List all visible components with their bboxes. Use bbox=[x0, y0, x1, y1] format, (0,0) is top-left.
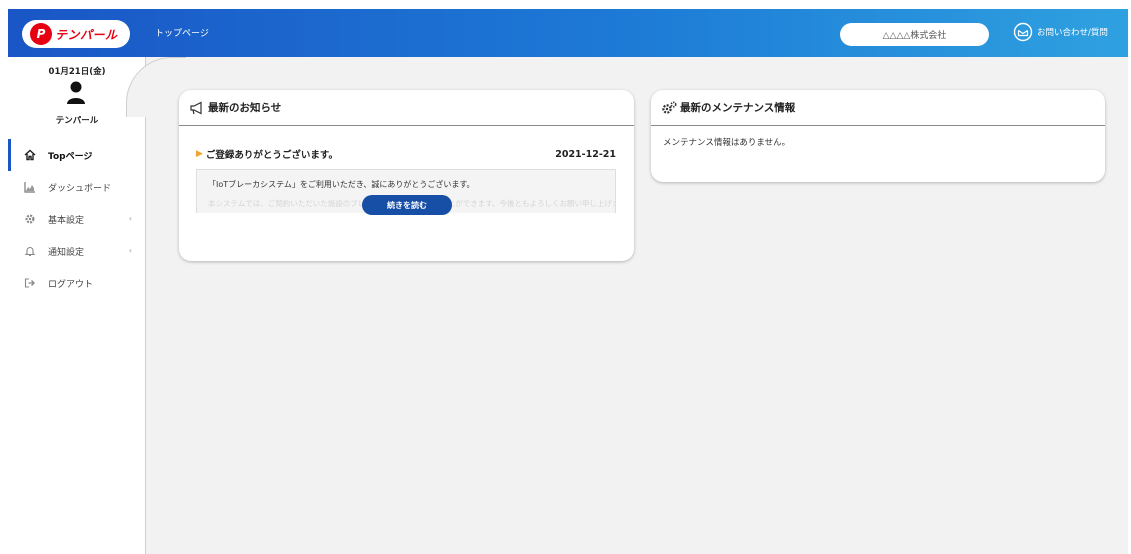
sidebar-item-label: 基本設定 bbox=[48, 215, 85, 226]
read-more-button[interactable]: 続きを読む bbox=[362, 195, 452, 215]
company-button[interactable]: △△△△株式会社 bbox=[840, 23, 989, 46]
maintenance-empty-text: メンテナンス情報はありません。 bbox=[663, 138, 791, 148]
logo-text: テンパール bbox=[55, 27, 118, 42]
sidebar bbox=[8, 57, 146, 554]
gear-icon bbox=[24, 213, 36, 225]
page-title: トップページ bbox=[155, 29, 209, 39]
bell-icon bbox=[24, 245, 36, 257]
logo[interactable]: P テンパール bbox=[22, 20, 130, 48]
sidebar-item-label: ダッシュボード bbox=[48, 183, 112, 194]
contact-link[interactable]: お問い合わせ/質問 bbox=[1013, 22, 1108, 42]
logo-mark: P bbox=[30, 23, 52, 45]
sidebar-item-label: 通知設定 bbox=[48, 247, 85, 258]
chevron-left-icon: ‹ bbox=[128, 214, 132, 223]
chevron-left-icon: ‹ bbox=[128, 246, 132, 255]
gears-icon bbox=[662, 100, 677, 114]
maintenance-card-header: 最新のメンテナンス情報 bbox=[651, 90, 1105, 126]
news-card-title: 最新のお知らせ bbox=[208, 102, 282, 114]
logo-area[interactable]: P テンパール bbox=[8, 9, 148, 57]
area-chart-icon bbox=[24, 181, 36, 193]
user-icon bbox=[67, 81, 85, 104]
sidebar-item-top[interactable]: Topページ bbox=[8, 139, 146, 171]
sidebar-item-dashboard[interactable]: ダッシュボード bbox=[8, 171, 146, 203]
current-date: 01月21日(金) bbox=[48, 67, 106, 77]
news-item-date: 2021-12-21 bbox=[555, 148, 616, 160]
news-card-header: 最新のお知らせ bbox=[179, 90, 634, 126]
sidebar-nav: Topページ ダッシュボード 基本設定 ‹ 通知設定 ‹ ログアウト bbox=[8, 139, 146, 299]
sidebar-item-notification-settings[interactable]: 通知設定 ‹ bbox=[8, 235, 146, 267]
logout-icon bbox=[24, 277, 36, 289]
mail-icon bbox=[1013, 22, 1033, 42]
maintenance-card: 最新のメンテナンス情報 メンテナンス情報はありません。 bbox=[651, 90, 1105, 182]
news-item-title-text: ご登録ありがとうございます。 bbox=[205, 150, 338, 161]
sidebar-item-basic-settings[interactable]: 基本設定 ‹ bbox=[8, 203, 146, 235]
news-item-body-text: 「IoTブレーカシステム」をご利用いただき、誠にありがとうございます。 bbox=[208, 180, 475, 189]
home-icon bbox=[24, 149, 36, 161]
news-item-title[interactable]: ▶ ご登録ありがとうございます。 bbox=[196, 147, 338, 161]
app-frame: P テンパール トップページ △△△△株式会社 お問い合わせ/質問 01月21日… bbox=[8, 9, 1128, 554]
sidebar-item-label: Topページ bbox=[48, 151, 93, 162]
maintenance-card-title: 最新のメンテナンス情報 bbox=[680, 102, 796, 114]
sidebar-item-logout[interactable]: ログアウト bbox=[8, 267, 146, 299]
megaphone-icon bbox=[190, 101, 202, 114]
sidebar-item-label: ログアウト bbox=[48, 279, 94, 290]
news-item-header: ▶ ご登録ありがとうございます。 2021-12-21 bbox=[196, 147, 616, 162]
user-name: テンパール bbox=[55, 116, 99, 126]
top-bar: P テンパール トップページ △△△△株式会社 お問い合わせ/質問 bbox=[8, 9, 1128, 57]
news-card: 最新のお知らせ ▶ ご登録ありがとうございます。 2021-12-21 「IoT… bbox=[179, 90, 634, 261]
triangle-right-icon: ▶ bbox=[196, 149, 203, 159]
contact-label: お問い合わせ/質問 bbox=[1037, 28, 1108, 38]
